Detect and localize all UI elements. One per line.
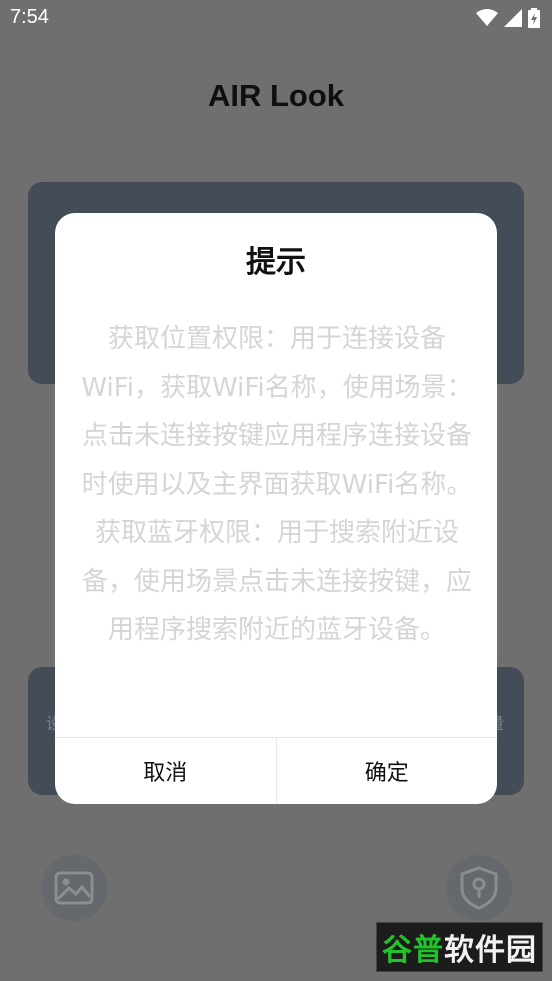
dialog-body: 获取位置权限：用于连接设备WiFi，获取WiFi名称，使用场景：点击未连接按键应… bbox=[81, 315, 473, 655]
security-button[interactable] bbox=[446, 855, 512, 921]
watermark-logo: 谷普 软件园 bbox=[376, 922, 543, 972]
cancel-button[interactable]: 取消 bbox=[55, 738, 276, 804]
location-permission-text: 获取位置权限：用于连接设备WiFi，获取WiFi名称，使用场景：点击未连接按键应… bbox=[81, 324, 473, 500]
bluetooth-permission-text: 获取蓝牙权限：用于搜索附近设备，使用场景点击未连接按键，应用程序搜索附近的蓝牙设… bbox=[81, 518, 472, 645]
signal-icon bbox=[504, 9, 522, 27]
gallery-button[interactable] bbox=[41, 855, 107, 921]
image-icon bbox=[54, 871, 94, 905]
watermark-part2: 软件园 bbox=[444, 933, 537, 968]
confirm-button[interactable]: 确定 bbox=[275, 738, 498, 804]
app-title: AIR Look bbox=[207, 78, 345, 113]
dialog-title: 提示 bbox=[246, 245, 306, 280]
permission-dialog: 提示 获取位置权限：用于连接设备WiFi，获取WiFi名称，使用场景：点击未连接… bbox=[55, 213, 497, 804]
shield-icon bbox=[460, 866, 498, 910]
wifi-icon bbox=[476, 9, 498, 26]
status-icons bbox=[476, 8, 540, 28]
status-bar: 7:54 bbox=[0, 0, 552, 36]
status-time: 7:54 bbox=[10, 6, 49, 28]
dialog-actions: 取消 确定 bbox=[55, 737, 497, 804]
watermark-part1: 谷普 bbox=[382, 933, 444, 968]
battery-icon bbox=[528, 8, 540, 28]
